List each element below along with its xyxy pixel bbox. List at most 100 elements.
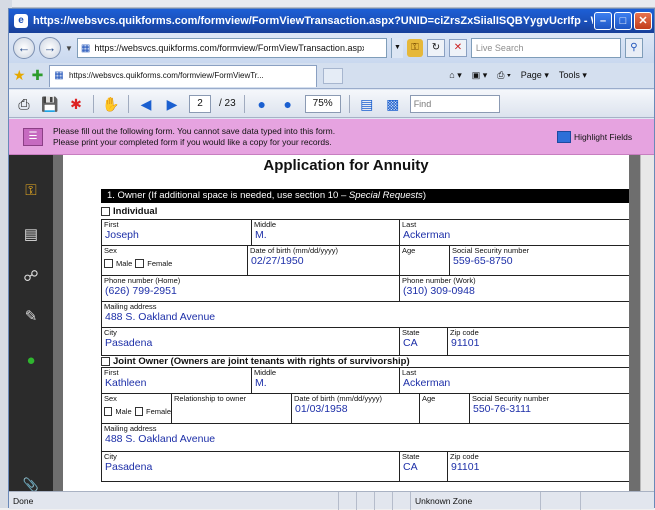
tab-bar: ★ ✚ ▦ https://websvcs.quikforms.com/form… xyxy=(9,63,654,89)
joint-address-field[interactable]: Mailing address 488 S. Oakland Avenue xyxy=(101,423,629,451)
add-favorites-icon[interactable]: ✚ xyxy=(32,67,44,84)
address-bar: ← → ▼ ▦ https://websvcs.quikforms.com/fo… xyxy=(9,33,654,63)
joint-sex-field: Sex Male Female xyxy=(101,393,171,423)
toolbar-separator xyxy=(93,94,94,113)
pdf-page: Application for Annuity 1. Owner (If add… xyxy=(63,155,629,491)
joint-owner-checkbox[interactable] xyxy=(101,357,110,366)
tool-icon[interactable]: ✱ xyxy=(67,95,85,113)
owner-work-phone-field[interactable]: Phone number (Work) (310) 309-0948 xyxy=(399,275,629,301)
tools-menu[interactable]: Tools ▾ xyxy=(559,70,587,81)
owner-male-checkbox[interactable] xyxy=(104,259,113,268)
search-icon[interactable]: ⚲ xyxy=(624,38,643,58)
joint-female-checkbox[interactable] xyxy=(134,407,143,416)
feeds-icon[interactable]: ▣ ▾ xyxy=(472,70,488,81)
window-title: https://websvcs.quikforms.com/formview/F… xyxy=(33,15,593,27)
pages-icon[interactable]: ▤ xyxy=(21,225,41,245)
comment-icon[interactable]: ✎ xyxy=(21,307,41,327)
browser-window: e https://websvcs.quikforms.com/formview… xyxy=(8,8,655,510)
print-icon[interactable]: ⎙ xyxy=(15,95,33,113)
zoom-level-status[interactable] xyxy=(541,491,581,510)
owner-female-checkbox[interactable] xyxy=(135,259,145,268)
page-number-input[interactable]: 2 xyxy=(189,94,211,113)
owner-zip-field[interactable]: Zip code 91101 xyxy=(447,327,629,355)
attachments-icon[interactable]: ☍ xyxy=(21,267,41,287)
page-menu[interactable]: Page ▾ xyxy=(521,70,549,81)
individual-checkbox[interactable] xyxy=(101,207,110,216)
status-bar: Done Unknown Zone xyxy=(9,491,654,510)
forward-button[interactable]: → xyxy=(39,37,61,59)
joint-age-field[interactable]: Age xyxy=(419,393,469,423)
vertical-scrollbar[interactable] xyxy=(640,155,654,491)
section-1-header: 1. Owner (If additional space is needed,… xyxy=(101,189,629,203)
help-icon[interactable]: ● xyxy=(21,351,41,371)
form-notice-message: Please fill out the following form. You … xyxy=(53,125,336,147)
joint-middle-name-field[interactable]: Middle M. xyxy=(251,367,399,393)
individual-option[interactable]: Individual xyxy=(101,206,157,217)
hand-tool-icon[interactable]: ✋ xyxy=(102,95,120,113)
joint-male-checkbox[interactable] xyxy=(104,407,113,416)
owner-home-phone-field[interactable]: Phone number (Home) (626) 799-2951 xyxy=(101,275,399,301)
history-dropdown-icon[interactable]: ▼ xyxy=(65,44,73,53)
background-window-top xyxy=(0,0,655,8)
joint-first-name-field[interactable]: First Kathleen xyxy=(101,367,251,393)
minimize-button[interactable]: – xyxy=(594,12,612,30)
document-area: Application for Annuity 1. Owner (If add… xyxy=(53,155,654,491)
lock-icon[interactable]: ⚿ xyxy=(21,181,41,201)
print-icon[interactable]: ⎙ ▾ xyxy=(497,70,510,81)
zoom-select[interactable]: 75% xyxy=(304,94,341,113)
form-notice-icon: ☰ xyxy=(23,127,43,146)
owner-city-field[interactable]: City Pasadena xyxy=(101,327,399,355)
status-segment xyxy=(393,491,411,510)
zoom-out-icon[interactable]: ● xyxy=(253,95,271,113)
title-bar[interactable]: e https://websvcs.quikforms.com/formview… xyxy=(9,9,654,33)
page-total: / 23 xyxy=(219,98,236,109)
form-title: Application for Annuity xyxy=(263,157,429,174)
joint-dob-field[interactable]: Date of birth (mm/dd/yyyy) 01/03/1958 xyxy=(291,393,419,423)
new-tab-button[interactable] xyxy=(323,67,344,84)
joint-owner-option[interactable]: Joint Owner (Owners are joint tenants wi… xyxy=(101,355,629,367)
security-zone: Unknown Zone xyxy=(411,491,541,510)
stop-button[interactable]: ✕ xyxy=(448,39,467,57)
pdf-toolbar: ⎙ 💾 ✱ ✋ ◀ ▶ 2 / 23 ● ● 75% ▤ ▩ Find xyxy=(9,90,654,118)
owner-middle-name-field[interactable]: Middle M. xyxy=(251,219,399,245)
find-input[interactable]: Find xyxy=(409,94,500,113)
owner-ssn-field[interactable]: Social Security number 559-65-8750 xyxy=(449,245,629,275)
owner-dob-field[interactable]: Date of birth (mm/dd/yyyy) 02/27/1950 xyxy=(247,245,399,275)
form-notice-bar: ☰ Please fill out the following form. Yo… xyxy=(9,119,654,155)
tab-current[interactable]: ▦ https://websvcs.quikforms.com/formview… xyxy=(49,64,318,87)
url-dropdown-button[interactable]: ▼ xyxy=(390,38,403,58)
owner-state-field[interactable]: State CA xyxy=(399,327,447,355)
owner-first-name-field[interactable]: First Joseph xyxy=(101,219,251,245)
url-field[interactable]: ▦ https://websvcs.quikforms.com/formview… xyxy=(76,38,387,58)
table-bottom-rule xyxy=(101,481,629,482)
maximize-button[interactable]: □ xyxy=(614,12,632,30)
close-button[interactable]: ✕ xyxy=(634,12,652,30)
search-input[interactable]: Live Search xyxy=(470,38,621,58)
fit-width-icon[interactable]: ▩ xyxy=(384,95,402,113)
owner-last-name-field[interactable]: Last Ackerman xyxy=(399,219,629,245)
fit-page-icon[interactable]: ▤ xyxy=(358,95,376,113)
joint-relationship-field[interactable]: Relationship to owner xyxy=(171,393,291,423)
highlight-fields-button[interactable]: Highlight Fields xyxy=(557,130,632,143)
next-page-icon[interactable]: ▶ xyxy=(163,95,181,113)
pdf-navigation-sidebar: ⚿ ▤ ☍ ✎ ● 📎 xyxy=(9,155,53,492)
joint-city-field[interactable]: City Pasadena xyxy=(101,451,399,481)
tab-page-icon: ▦ xyxy=(54,69,64,81)
joint-last-name-field[interactable]: Last Ackerman xyxy=(399,367,629,393)
owner-age-field[interactable]: Age xyxy=(399,245,449,275)
previous-page-icon[interactable]: ◀ xyxy=(137,95,155,113)
joint-state-field[interactable]: State CA xyxy=(399,451,447,481)
favorites-star-icon[interactable]: ★ xyxy=(13,67,26,84)
joint-zip-field[interactable]: Zip code 91101 xyxy=(447,451,629,481)
zoom-in-icon[interactable]: ● xyxy=(279,95,297,113)
lock-icon[interactable]: ⚿ xyxy=(406,39,423,57)
home-icon[interactable]: ⌂ ▾ xyxy=(449,70,461,81)
owner-address-field[interactable]: Mailing address 488 S. Oakland Avenue xyxy=(101,301,629,327)
back-button[interactable]: ← xyxy=(13,37,35,59)
save-icon[interactable]: 💾 xyxy=(41,95,59,113)
command-bar: ⌂ ▾ ▣ ▾ ⎙ ▾ Page ▾ Tools ▾ xyxy=(449,70,587,81)
joint-ssn-field[interactable]: Social Security number 550-76-3111 xyxy=(469,393,629,423)
status-segment xyxy=(375,491,393,510)
status-text: Done xyxy=(9,491,339,510)
refresh-button[interactable]: ↻ xyxy=(426,39,445,57)
